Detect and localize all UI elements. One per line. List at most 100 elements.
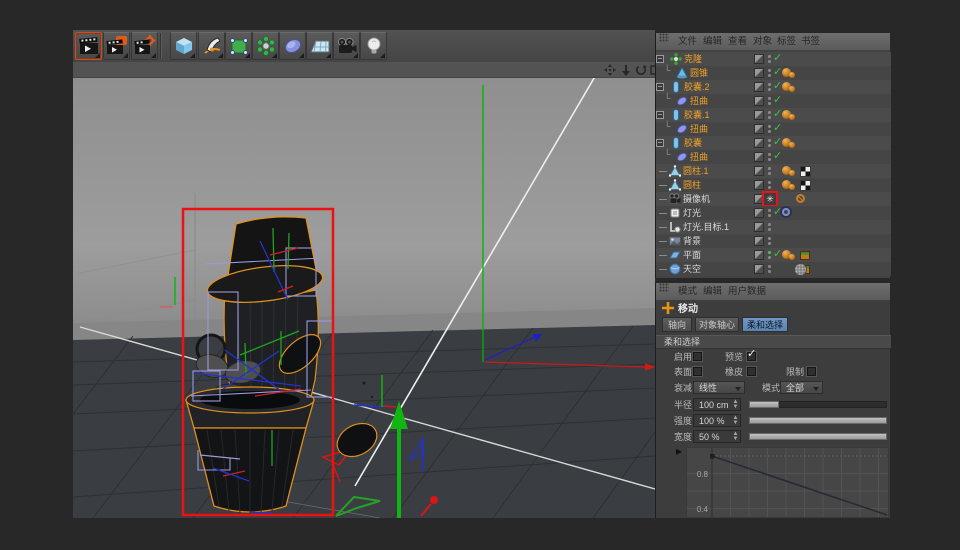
layer-square[interactable]: [754, 208, 764, 218]
material-tag-small[interactable]: [789, 170, 795, 176]
cube-primitive-button[interactable]: [170, 32, 197, 60]
render-to-picture-viewer-button[interactable]: [103, 32, 130, 60]
object-row-capsule[interactable]: − 胶囊 ✓: [656, 136, 891, 150]
panel-grip-icon[interactable]: [659, 33, 669, 42]
editor-visibility-dot[interactable]: [768, 167, 771, 170]
menu-user-data[interactable]: 用户数据: [728, 283, 766, 300]
dolly-icon[interactable]: [619, 63, 633, 77]
object-row-plane[interactable]: 平面 ✓: [656, 248, 891, 262]
tab-object-axis[interactable]: 对象轴心: [695, 317, 739, 332]
width-slider[interactable]: [749, 433, 887, 440]
menu-edit[interactable]: 编辑: [703, 33, 722, 50]
mode-dropdown[interactable]: 全部: [780, 381, 823, 394]
enabled-check[interactable]: ✓: [773, 122, 785, 135]
layer-square[interactable]: [754, 138, 764, 148]
surface-checkbox[interactable]: [693, 367, 702, 376]
floor-object-button[interactable]: [306, 32, 333, 60]
rotate-icon[interactable]: [634, 63, 648, 77]
camera-object-button[interactable]: [333, 32, 360, 60]
spline-pen-button[interactable]: [198, 32, 225, 60]
editor-visibility-dot[interactable]: [768, 97, 771, 100]
panel-grip-icon[interactable]: [659, 283, 669, 292]
editor-visibility-dot[interactable]: [768, 153, 771, 156]
editor-visibility-dot[interactable]: [768, 83, 771, 86]
layer-square[interactable]: [754, 222, 764, 232]
strength-slider[interactable]: [749, 417, 887, 424]
render-visibility-dot[interactable]: [768, 158, 771, 161]
menu-edit[interactable]: 编辑: [703, 283, 722, 300]
editor-visibility-dot[interactable]: [768, 69, 771, 72]
material-tag-small[interactable]: [789, 86, 795, 92]
uvw-tag[interactable]: [800, 166, 811, 177]
falloff-dropdown[interactable]: 线性: [693, 381, 745, 394]
object-row-polygon[interactable]: 圆柱: [656, 178, 891, 192]
section-soft-selection[interactable]: 柔和选择: [656, 335, 891, 349]
cloner-mograph-button[interactable]: [252, 32, 279, 60]
layer-square[interactable]: [754, 250, 764, 260]
editor-visibility-dot[interactable]: [768, 139, 771, 142]
object-row-cloner[interactable]: − 克隆 ✓: [656, 52, 891, 66]
strength-input[interactable]: 100 % ▲ ▼: [693, 414, 741, 427]
layer-square[interactable]: [754, 96, 764, 106]
material-tag-small[interactable]: [789, 114, 795, 120]
editor-visibility-dot[interactable]: [768, 111, 771, 114]
texture-tag-grass[interactable]: [800, 251, 810, 260]
material-tag-small[interactable]: [789, 142, 795, 148]
layer-square[interactable]: [754, 264, 764, 274]
render-visibility-dot[interactable]: [768, 130, 771, 133]
render-visibility-dot[interactable]: [768, 116, 771, 119]
protection-tag[interactable]: [796, 194, 805, 203]
layer-square[interactable]: [754, 166, 764, 176]
editor-visibility-dot[interactable]: [768, 55, 771, 58]
subdivision-surface-button[interactable]: [225, 32, 252, 60]
material-tag-small[interactable]: [789, 72, 795, 78]
enabled-check[interactable]: ✓: [773, 150, 785, 163]
layer-square[interactable]: [754, 68, 764, 78]
menu-bookmarks[interactable]: 书签: [801, 33, 820, 50]
object-row-cone[interactable]: └ 圆锥 ✓: [656, 65, 891, 80]
texture-tag-noise[interactable]: [794, 263, 807, 276]
material-tag-small[interactable]: [789, 184, 795, 190]
object-row-bend[interactable]: └ 扭曲 ✓: [656, 121, 891, 136]
editor-visibility-dot[interactable]: [768, 209, 771, 212]
render-visibility-dot[interactable]: [768, 88, 771, 91]
layer-square[interactable]: [754, 82, 764, 92]
object-row-bend[interactable]: └ 扭曲 ✓: [656, 93, 891, 108]
object-row-light-target[interactable]: 灯光.目标.1: [656, 220, 891, 234]
object-row-bend[interactable]: └ 扭曲 ✓: [656, 149, 891, 164]
menu-view[interactable]: 查看: [728, 33, 747, 50]
render-visibility-dot[interactable]: [768, 242, 771, 245]
graph-expander[interactable]: ▶: [676, 447, 682, 456]
falloff-graph[interactable]: 0.8 0.4: [686, 447, 889, 518]
object-row-sky[interactable]: 天空: [656, 262, 891, 276]
light-object-button[interactable]: [360, 32, 387, 60]
render-visibility-dot[interactable]: [768, 60, 771, 63]
render-visibility-dot[interactable]: [768, 74, 771, 77]
editor-visibility-dot[interactable]: [768, 265, 771, 268]
object-row-polygon[interactable]: 圆柱.1: [656, 164, 891, 178]
tab-axis[interactable]: 轴向: [662, 317, 692, 332]
render-visibility-dot[interactable]: [768, 102, 771, 105]
radius-input[interactable]: 100 cm ▲ ▼: [693, 398, 741, 411]
tab-soft-selection[interactable]: 柔和选择: [742, 317, 788, 332]
material-tag-small[interactable]: [789, 254, 795, 260]
layer-square[interactable]: [754, 152, 764, 162]
render-visibility-dot[interactable]: [768, 214, 771, 217]
uvw-tag[interactable]: [800, 180, 811, 191]
render-visibility-dot[interactable]: [768, 172, 771, 175]
enabled-check[interactable]: ✓: [773, 94, 785, 107]
layer-square[interactable]: [754, 110, 764, 120]
layer-square[interactable]: [754, 180, 764, 190]
menu-file[interactable]: 文件: [678, 33, 697, 50]
camera-toggle-icon[interactable]: ✳: [764, 193, 776, 205]
width-input[interactable]: 50 % ▲ ▼: [693, 430, 741, 443]
editor-visibility-dot[interactable]: [768, 223, 771, 226]
enabled-check[interactable]: ✓: [773, 52, 785, 65]
object-row-background[interactable]: 背景: [656, 234, 891, 248]
collapse-toggle[interactable]: −: [656, 111, 664, 119]
menu-tags[interactable]: 标签: [777, 33, 796, 50]
render-visibility-dot[interactable]: [768, 186, 771, 189]
collapse-toggle[interactable]: −: [656, 55, 664, 63]
editor-visibility-dot[interactable]: [768, 181, 771, 184]
menu-objects[interactable]: 对象: [753, 33, 772, 50]
